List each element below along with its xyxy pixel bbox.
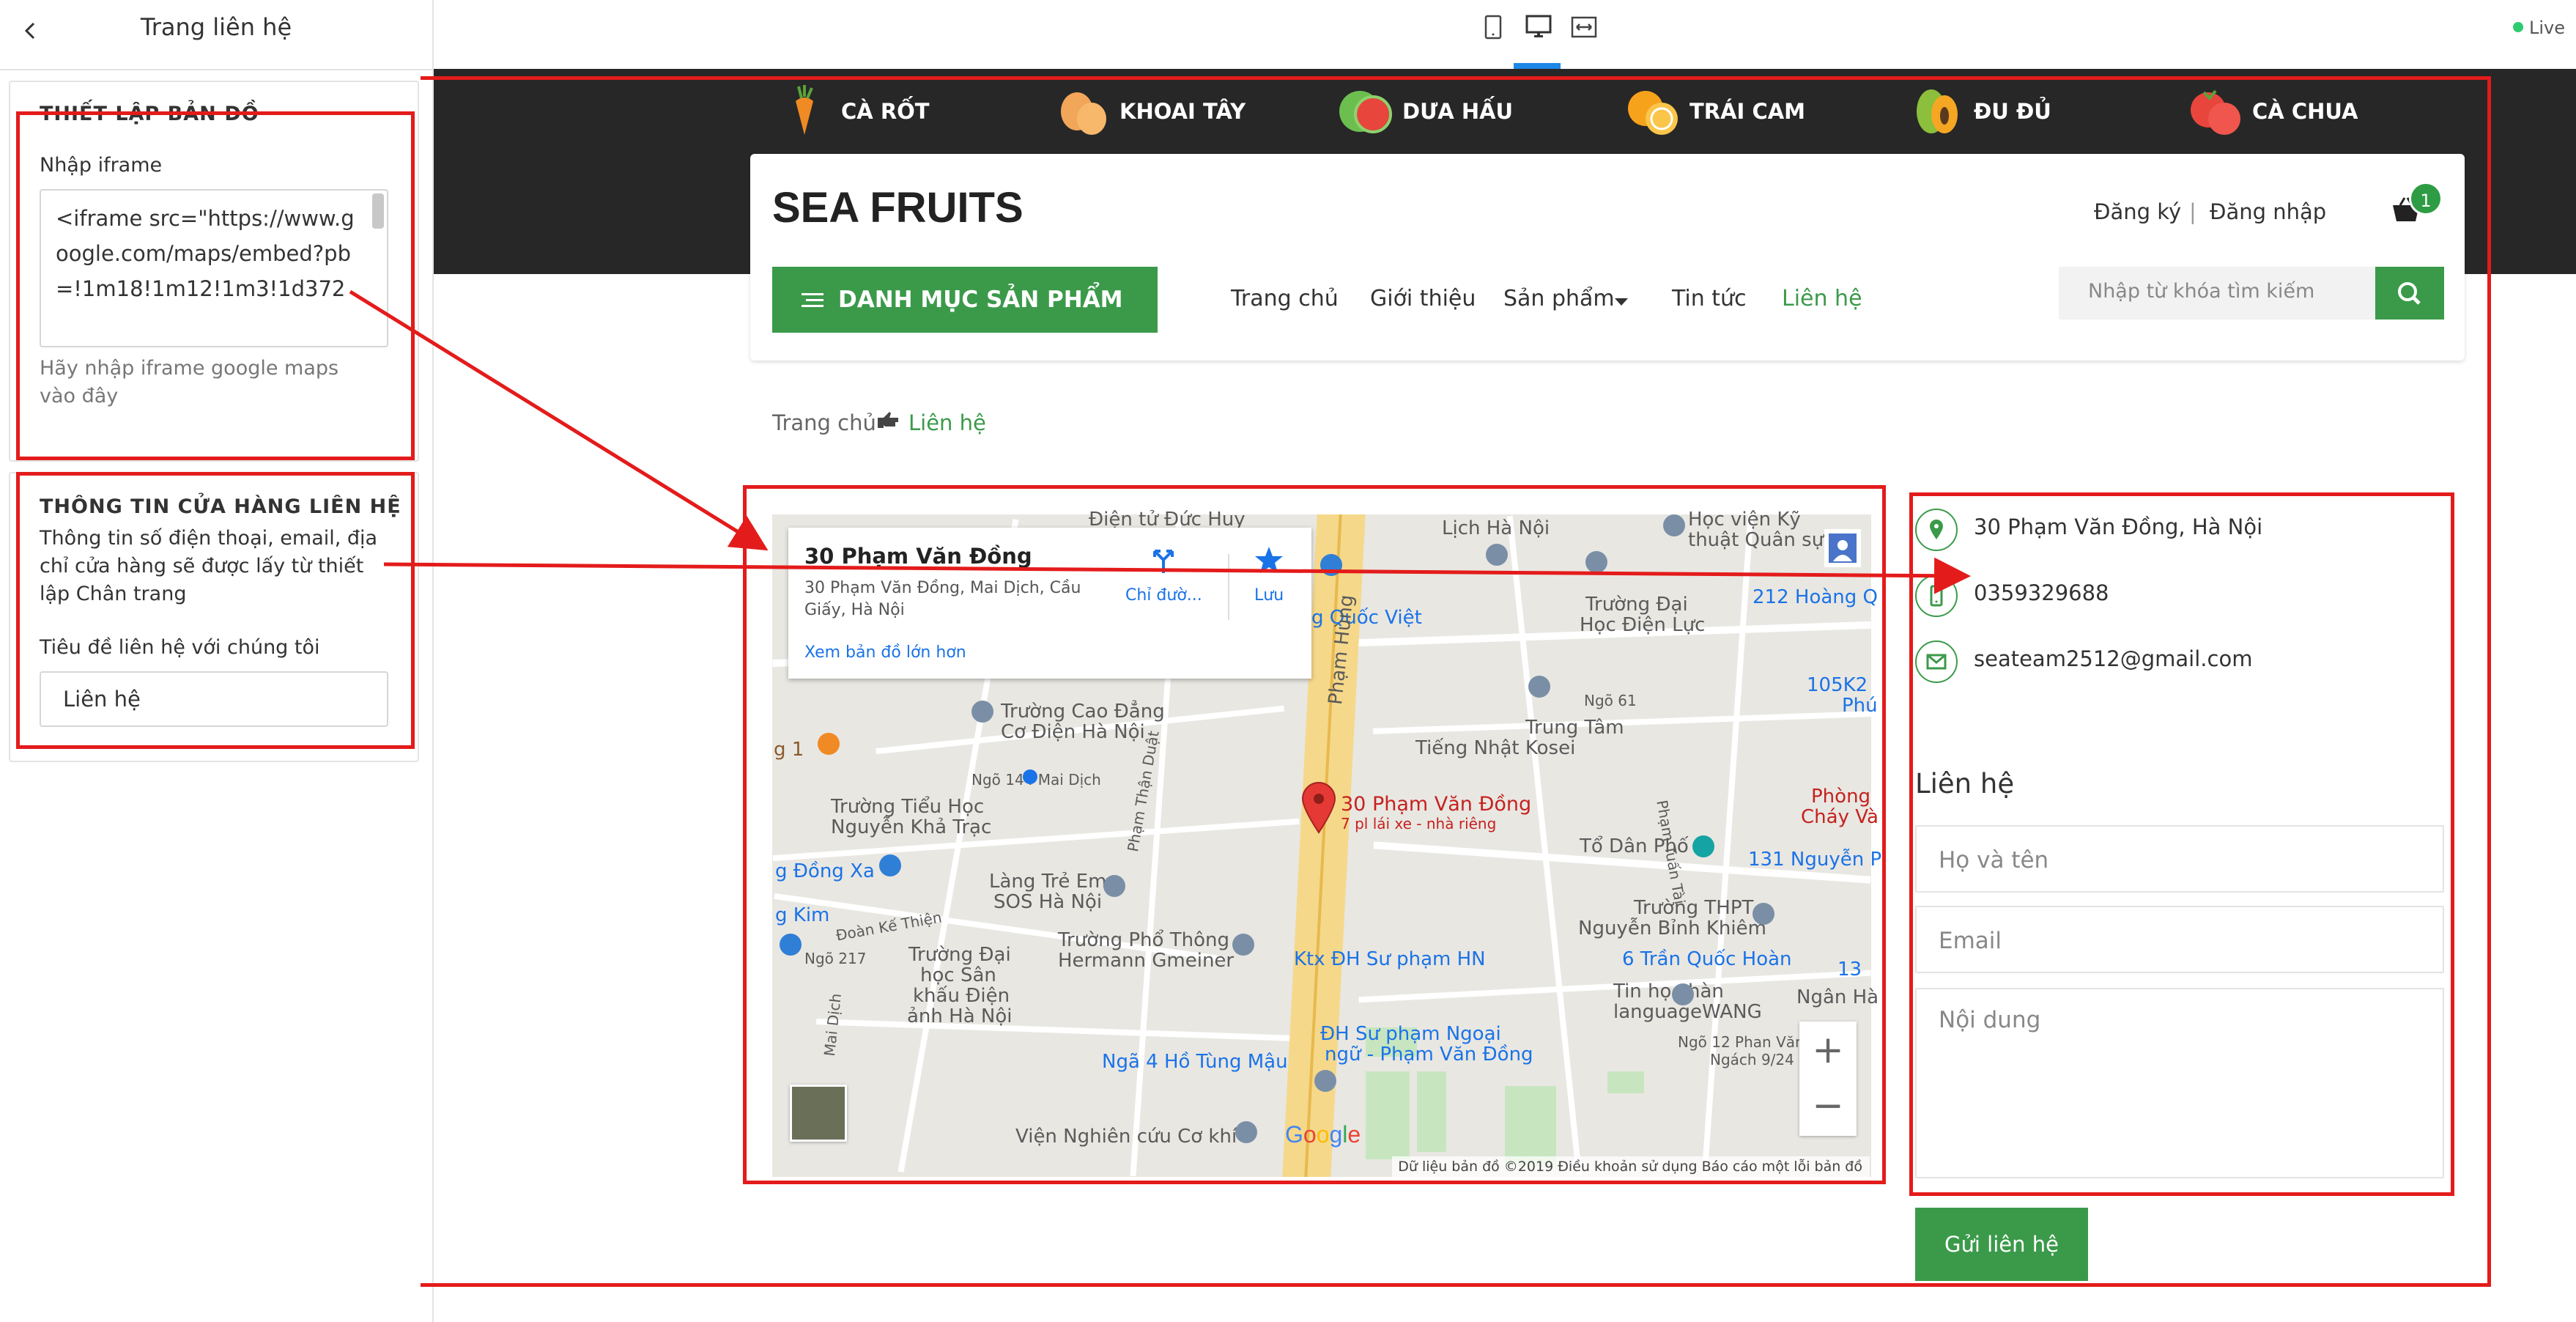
sidebar-title: Trang liên hệ bbox=[140, 13, 292, 41]
desktop-icon[interactable] bbox=[1524, 15, 1553, 47]
sidebar-header: Trang liên hệ bbox=[0, 0, 432, 70]
live-status-dot bbox=[2513, 22, 2523, 32]
annotation-box bbox=[421, 76, 2491, 1287]
live-label: Live bbox=[2529, 18, 2566, 38]
annotation-box bbox=[16, 472, 415, 749]
fullwidth-icon[interactable] bbox=[1569, 15, 1599, 47]
mobile-icon[interactable] bbox=[1478, 15, 1508, 47]
selected-device-indicator bbox=[1514, 63, 1561, 69]
annotation-box bbox=[16, 111, 415, 460]
